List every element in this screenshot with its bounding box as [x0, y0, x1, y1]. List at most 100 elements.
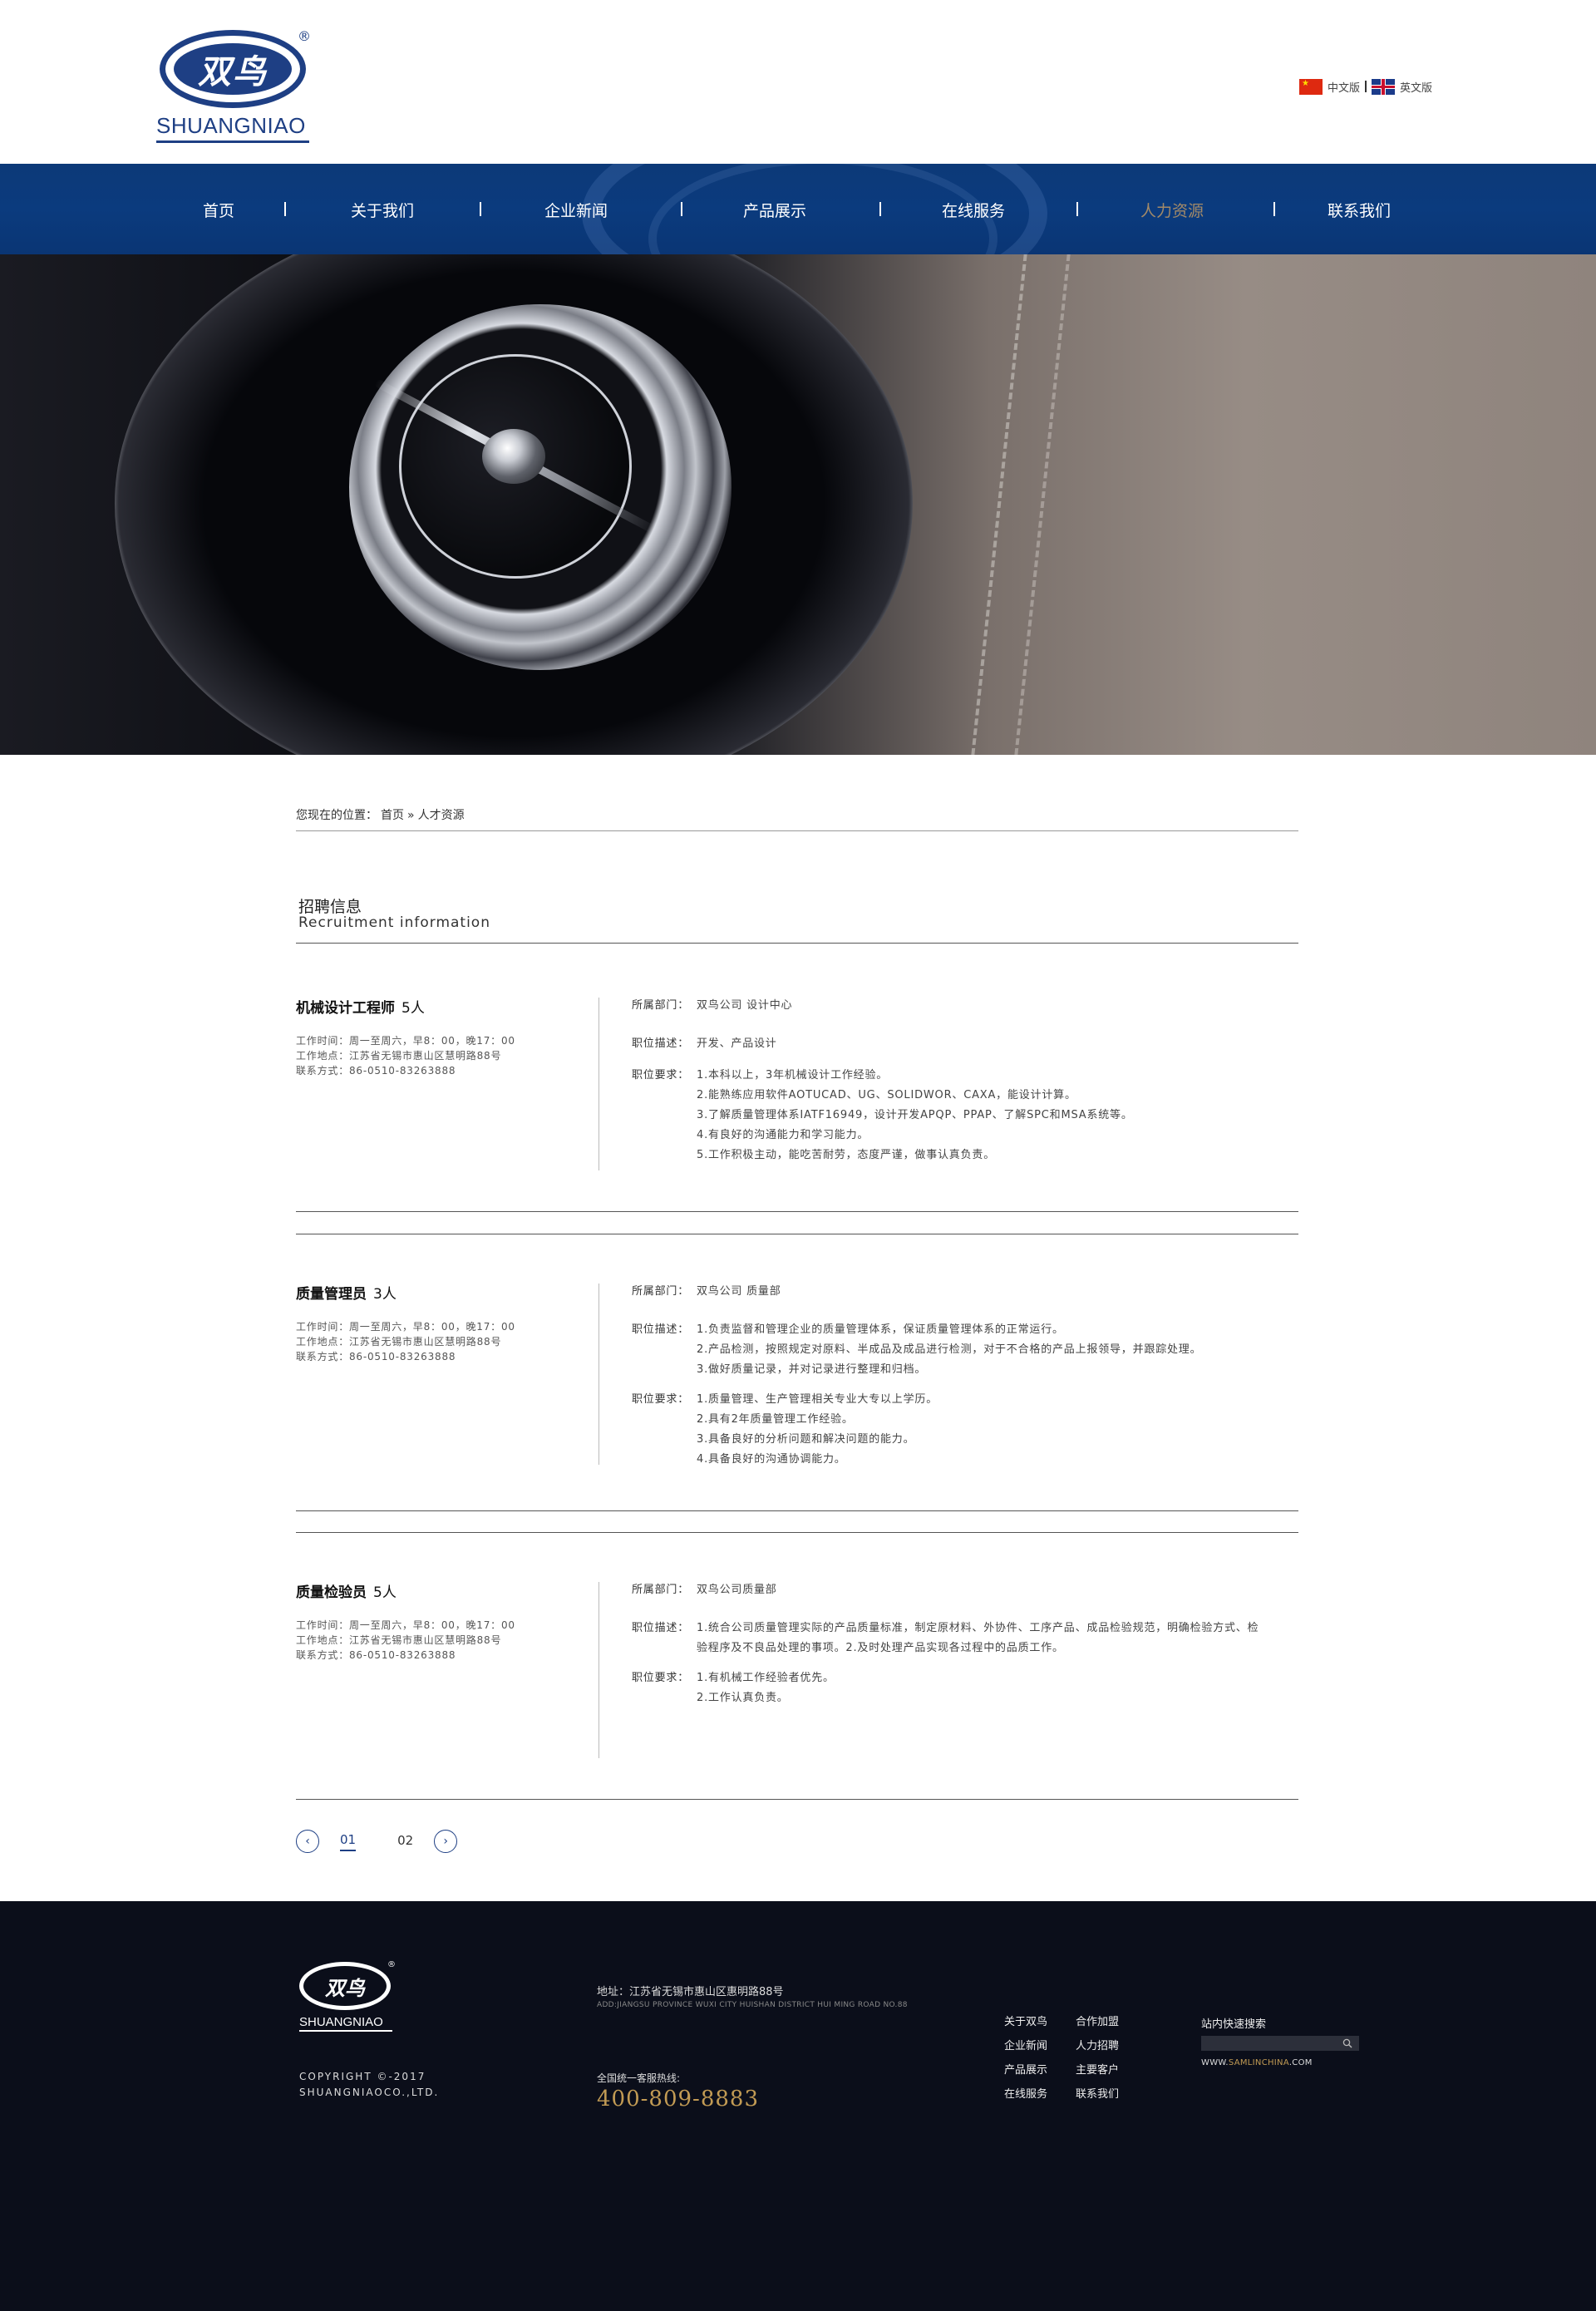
breadcrumb-home[interactable]: 首页	[381, 809, 404, 822]
nav-item-products[interactable]: 产品展示	[737, 199, 812, 220]
job-headcount: 5人	[373, 1584, 397, 1601]
chevron-right-icon: ›	[443, 1835, 448, 1848]
job-details: 所属部门： 双鸟公司 设计中心 职位描述： 开发、产品设计 职位要求： 1.本科以上…	[632, 996, 1298, 1184]
req-line: 4.有良好的沟通能力和学习能力。	[697, 1129, 869, 1141]
footer-link-jobs[interactable]: 人力招聘	[1076, 2039, 1142, 2054]
prev-page-button[interactable]: ‹	[296, 1830, 319, 1853]
desc-line: 2.产品检测，按照规定对原料、半成品及成品进行检测，对于不合格的产品上报领导，并…	[697, 1343, 1202, 1356]
job-bottom-rule	[296, 1211, 1298, 1212]
nav-item-news[interactable]: 企业新闻	[539, 199, 613, 220]
footer-link-clients[interactable]: 主要客户	[1076, 2063, 1142, 2078]
job-req-row: 职位要求： 1.有机械工作经验者优先。 2.工作认真负责。	[632, 1668, 1298, 1708]
job-location: 工作地点：江苏省无锡市惠山区慧明路88号	[296, 1336, 502, 1348]
site-url-suffix: .COM	[1288, 2058, 1313, 2067]
section-title: 招聘信息	[298, 898, 362, 916]
job-hours: 工作时间：周一至周六，早8：00，晚17：00	[296, 1321, 515, 1333]
dept-value: 双鸟公司质量部	[697, 1584, 777, 1596]
req-line: 1.质量管理、生产管理相关专业大专以上学历。	[697, 1393, 938, 1406]
section-header: 招聘信息 Recruitment information	[296, 893, 1298, 944]
china-flag-icon[interactable]	[1299, 78, 1323, 95]
site-url[interactable]: WWW.SAMLINCHINA.COM	[1201, 2058, 1313, 2067]
site-url-prefix: WWW.	[1201, 2058, 1229, 2067]
desc-line: 1.统合公司质量管理实际的产品质量标准，制定原材料、外协件、工序产品、成品检验规…	[697, 1622, 1259, 1634]
dept-value: 双鸟公司 设计中心	[697, 999, 793, 1012]
nav-item-hr[interactable]: 人力资源	[1135, 199, 1209, 220]
job-desc-row: 职位描述： 1.统合公司质量管理实际的产品质量标准，制定原材料、外协件、工序产品…	[632, 1619, 1298, 1658]
job-req-row: 职位要求： 1.质量管理、生产管理相关专业大专以上学历。 2.具有2年质量管理工…	[632, 1390, 1298, 1470]
page-number[interactable]: 02	[397, 1833, 413, 1850]
search-button[interactable]	[1336, 2036, 1359, 2051]
footer-link-service[interactable]: 在线服务	[1004, 2087, 1076, 2102]
req-label: 职位要求：	[632, 1672, 690, 1684]
next-page-button[interactable]: ›	[434, 1830, 458, 1853]
job-listing: 质量管理员 3人 工作时间：周一至周六，早8：00，晚17：00 工作地点：江苏省…	[296, 1282, 1298, 1513]
desc-line: 验程序及不良品处理的事项。2.及时处理产品实现各过程中的品质工作。	[697, 1642, 1064, 1654]
job-divider	[598, 1582, 599, 1758]
search-icon	[1342, 2038, 1352, 2048]
site-url-domain: SAMLINCHINA	[1228, 2058, 1289, 2067]
footer-link-news[interactable]: 企业新闻	[1004, 2039, 1076, 2054]
page-number-current[interactable]: 01	[340, 1832, 357, 1851]
header: 双鸟 ® SHUANGNIAO 中文版 英文版	[0, 0, 1596, 164]
footer-link-about[interactable]: 关于双鸟	[1004, 2015, 1076, 2030]
registered-mark: ®	[387, 1960, 396, 1969]
job-desc-row: 职位描述： 1.负责监督和管理企业的质量管理体系，保证质量管理体系的正常运行。 …	[632, 1320, 1298, 1380]
req-line: 2.具有2年质量管理工作经验。	[697, 1413, 854, 1426]
desc-line: 开发、产品设计	[697, 1037, 777, 1050]
job-contact: 联系方式：86-0510-83263888	[296, 1065, 456, 1077]
req-line: 3.具备良好的分析问题和解决问题的能力。	[697, 1433, 915, 1446]
lang-english[interactable]: 英文版	[1400, 79, 1432, 95]
req-label: 职位要求：	[632, 1393, 690, 1406]
page: 双鸟 ® SHUANGNIAO 中文版 英文版 首页 关于我们 企业新闻 产品展…	[0, 0, 1596, 2311]
job-dept-row: 所属部门： 双鸟公司 质量部	[632, 1282, 1298, 1302]
pagination: ‹ 01 02 ›	[296, 1829, 458, 1854]
footer-link-products[interactable]: 产品展示	[1004, 2063, 1076, 2078]
dept-label: 所属部门：	[632, 1285, 690, 1298]
registered-mark: ®	[298, 28, 311, 44]
job-dept-row: 所属部门： 双鸟公司质量部	[632, 1580, 1298, 1600]
job-summary: 机械设计工程师 5人 工作时间：周一至周六，早8：00，晚17：00 工作地点：江…	[296, 996, 599, 1078]
req-line: 3.了解质量管理体系IATF16949，设计开发APQP、PPAP、了解SPC和…	[697, 1109, 1133, 1121]
footer-logo-en: SHUANGNIAO	[299, 2015, 392, 2032]
job-title: 质量检验员 5人	[296, 1580, 599, 1601]
nav-divider	[284, 202, 286, 216]
job-location: 工作地点：江苏省无锡市惠山区慧明路88号	[296, 1050, 502, 1062]
desc-line: 1.负责监督和管理企业的质量管理体系，保证质量管理体系的正常运行。	[697, 1323, 1064, 1336]
job-dept-row: 所属部门： 双鸟公司 设计中心	[632, 996, 1298, 1016]
desc-label: 职位描述：	[632, 1037, 690, 1050]
language-switcher: 中文版 英文版	[1299, 78, 1432, 95]
logo[interactable]: 双鸟 ® SHUANGNIAO	[156, 28, 313, 146]
footer-logo[interactable]: 双鸟 ® SHUANGNIAO	[299, 1960, 397, 2037]
nav-item-about[interactable]: 关于我们	[345, 199, 420, 220]
dept-value: 双鸟公司 质量部	[697, 1285, 781, 1298]
job-headcount: 3人	[373, 1286, 397, 1303]
hotline-number: 400-809-8883	[597, 2087, 759, 2111]
job-hours: 工作时间：周一至周六，早8：00，晚17：00	[296, 1035, 515, 1047]
job-contact: 联系方式：86-0510-83263888	[296, 1649, 456, 1661]
job-desc-row: 职位描述： 开发、产品设计	[632, 1034, 1298, 1054]
req-line: 2.能熟练应用软件AOTUCAD、UG、SOLIDWOR、CAXA，能设计计算。	[697, 1089, 1076, 1101]
nav-divider	[480, 202, 481, 216]
uk-flag-icon[interactable]	[1372, 78, 1396, 95]
nav-item-service[interactable]: 在线服务	[936, 199, 1011, 220]
section-subtitle: Recruitment information	[298, 914, 490, 931]
job-summary: 质量检验员 5人 工作时间：周一至周六，早8：00，晚17：00 工作地点：江苏省…	[296, 1580, 599, 1663]
nav-divider	[1076, 202, 1078, 216]
req-line: 5.工作积极主动，能吃苦耐劳，态度严谨，做事认真负责。	[697, 1149, 996, 1161]
job-meta: 工作时间：周一至周六，早8：00，晚17：00 工作地点：江苏省无锡市惠山区慧明…	[296, 1033, 599, 1078]
footer-link-contact[interactable]: 联系我们	[1076, 2087, 1142, 2102]
footer-link-franchise[interactable]: 合作加盟	[1076, 2015, 1142, 2030]
footer-address: 地址：江苏省无锡市惠山区惠明路88号	[597, 1986, 784, 1998]
copyright: COPYRIGHT ©-2017 SHUANGNIAOCO.,LTD.	[299, 2069, 439, 2101]
nav-item-home[interactable]: 首页	[191, 199, 246, 220]
job-listing: 质量检验员 5人 工作时间：周一至周六，早8：00，晚17：00 工作地点：江苏省…	[296, 1580, 1298, 1801]
logo-emblem-inner: 双鸟	[174, 43, 292, 95]
dept-label: 所属部门：	[632, 1584, 690, 1596]
req-line: 1.本科以上，3年机械设计工作经验。	[697, 1069, 889, 1082]
job-summary: 质量管理员 3人 工作时间：周一至周六，早8：00，晚17：00 工作地点：江苏省…	[296, 1282, 599, 1364]
job-divider	[598, 998, 599, 1170]
logo-cn-text: 双鸟	[198, 52, 268, 91]
nav-item-contact[interactable]: 联系我们	[1322, 199, 1396, 220]
breadcrumb-prefix: 您现在的位置：	[296, 809, 377, 822]
lang-chinese[interactable]: 中文版	[1328, 79, 1360, 95]
